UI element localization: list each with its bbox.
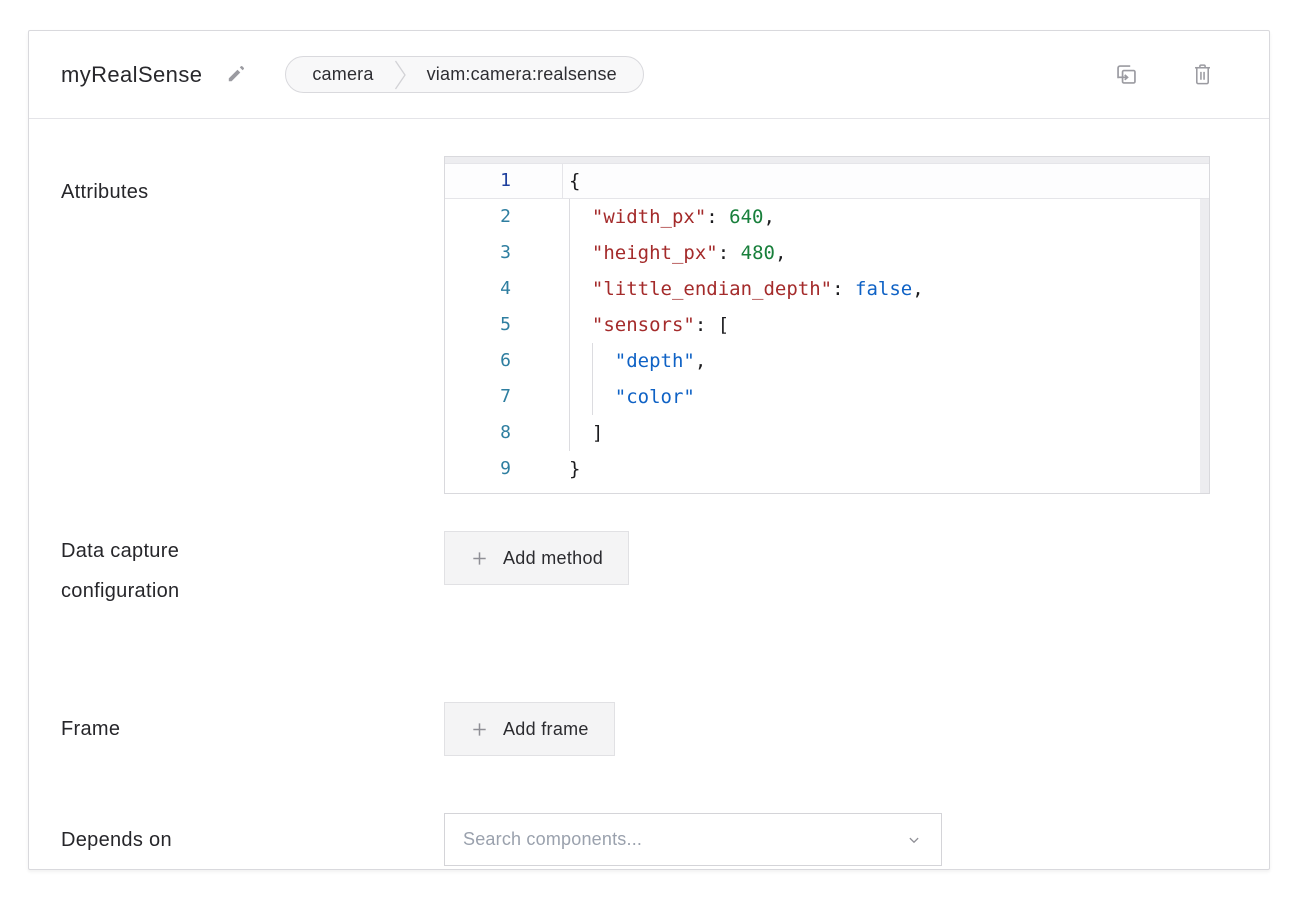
code-content: "height_px": 480, bbox=[562, 235, 1209, 271]
line-number: 6 bbox=[445, 343, 562, 379]
add-frame-button[interactable]: Add frame bbox=[444, 702, 615, 756]
depends-on-label: Depends on bbox=[61, 820, 444, 860]
duplicate-icon bbox=[1113, 61, 1140, 88]
line-number: 1 bbox=[445, 163, 562, 199]
frame-row: Frame Add frame bbox=[61, 702, 1210, 756]
code-content: "depth", bbox=[562, 343, 1209, 379]
component-model: viam:camera:realsense bbox=[427, 64, 617, 85]
depends-on-select[interactable] bbox=[444, 813, 942, 866]
attributes-label: Attributes bbox=[61, 156, 444, 212]
chevron-separator-icon bbox=[394, 59, 407, 91]
code-content: "sensors": [ bbox=[562, 307, 1209, 343]
line-number: 5 bbox=[445, 307, 562, 343]
data-capture-label: Data capture configuration bbox=[61, 531, 291, 611]
code-content: "width_px": 640, bbox=[562, 199, 1209, 235]
line-number: 7 bbox=[445, 379, 562, 415]
chevron-down-icon[interactable] bbox=[905, 831, 923, 849]
plus-icon bbox=[470, 549, 489, 568]
code-line-9[interactable]: 9} bbox=[445, 451, 1209, 487]
code-content: { bbox=[562, 163, 1209, 199]
edit-name-button[interactable] bbox=[224, 63, 247, 86]
code-line-7[interactable]: 7 "color" bbox=[445, 379, 1209, 415]
attributes-row: Attributes 1{2 "width_px": 640,3 "height… bbox=[61, 156, 1210, 494]
component-type: camera bbox=[312, 64, 373, 85]
code-line-5[interactable]: 5 "sensors": [ bbox=[445, 307, 1209, 343]
attributes-json-editor[interactable]: 1{2 "width_px": 640,3 "height_px": 480,4… bbox=[444, 156, 1210, 494]
trash-icon bbox=[1190, 61, 1215, 88]
depends-on-row: Depends on bbox=[61, 813, 1210, 866]
line-number: 4 bbox=[445, 271, 562, 307]
code-line-3[interactable]: 3 "height_px": 480, bbox=[445, 235, 1209, 271]
code-area: 1{2 "width_px": 640,3 "height_px": 480,4… bbox=[445, 157, 1209, 487]
add-method-label: Add method bbox=[503, 548, 603, 569]
depends-on-search-input[interactable] bbox=[463, 829, 905, 850]
code-line-6[interactable]: 6 "depth", bbox=[445, 343, 1209, 379]
component-type-badge: camera viam:camera:realsense bbox=[285, 56, 644, 93]
add-frame-label: Add frame bbox=[503, 719, 589, 740]
line-number: 3 bbox=[445, 235, 562, 271]
code-line-4[interactable]: 4 "little_endian_depth": false, bbox=[445, 271, 1209, 307]
duplicate-button[interactable] bbox=[1113, 61, 1140, 88]
component-config-body: Attributes 1{2 "width_px": 640,3 "height… bbox=[29, 119, 1269, 866]
line-number: 9 bbox=[445, 451, 562, 487]
delete-button[interactable] bbox=[1190, 61, 1215, 88]
code-content: } bbox=[562, 451, 1209, 487]
frame-label: Frame bbox=[61, 709, 444, 749]
component-header: myRealSense camera viam:camera:realsense bbox=[29, 31, 1269, 119]
line-number: 2 bbox=[445, 199, 562, 235]
header-actions bbox=[1113, 61, 1215, 88]
code-line-1[interactable]: 1{ bbox=[445, 163, 1209, 199]
code-content: ] bbox=[562, 415, 1209, 451]
line-number: 8 bbox=[445, 415, 562, 451]
component-config-card: myRealSense camera viam:camera:realsense bbox=[28, 30, 1270, 870]
code-line-8[interactable]: 8 ] bbox=[445, 415, 1209, 451]
data-capture-row: Data capture configuration Add method bbox=[61, 531, 1210, 611]
code-line-2[interactable]: 2 "width_px": 640, bbox=[445, 199, 1209, 235]
code-content: "little_endian_depth": false, bbox=[562, 271, 1209, 307]
code-content: "color" bbox=[562, 379, 1209, 415]
plus-icon bbox=[470, 720, 489, 739]
pencil-icon bbox=[224, 63, 247, 86]
add-method-button[interactable]: Add method bbox=[444, 531, 629, 585]
component-name: myRealSense bbox=[61, 62, 202, 88]
